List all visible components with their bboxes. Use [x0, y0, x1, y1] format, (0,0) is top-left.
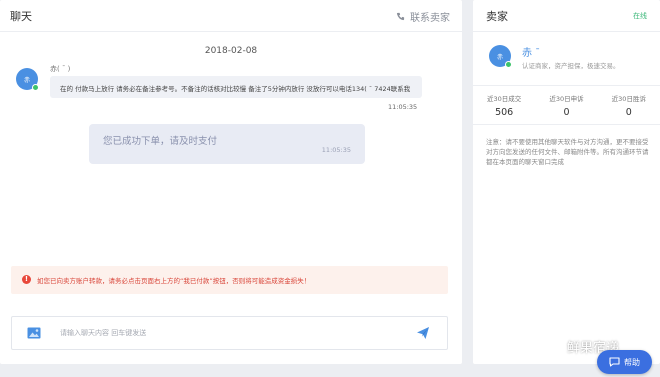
warning-text: 如您已向卖方账户转款，请务必点击页面右上方的“我已付款”按钮，否则将可能造成资金…: [37, 277, 311, 285]
seller-avatar-text: 赤: [496, 53, 503, 61]
help-label: 帮助: [624, 357, 640, 367]
stat-label: 近30日成交: [487, 95, 522, 103]
safety-notice: 注意：请不要使用其他聊天软件与对方沟通，更不要接受对方向您发送的任何文件、邮箱附…: [486, 138, 649, 166]
chat-title: 聊天: [10, 10, 32, 23]
chat-header: 聊天 联系卖家: [0, 0, 462, 32]
online-status: 在线: [633, 12, 647, 20]
payment-warning: ! 如您已向卖方账户转款，请务必点击页面右上方的“我已付款”按钮，否则将可能造成…: [11, 266, 448, 294]
seller-title: 卖家: [486, 10, 508, 23]
warning-icon: !: [22, 275, 31, 284]
chat-input-box: [11, 316, 448, 350]
send-icon[interactable]: [416, 326, 430, 340]
chat-input[interactable]: [60, 325, 400, 341]
seller-avatar[interactable]: 赤: [489, 45, 512, 68]
stat-wins: 近30日胜诉 0: [598, 86, 660, 124]
stat-label: 近30日申诉: [549, 95, 584, 103]
seller-header: 卖家 在线: [473, 0, 660, 32]
contact-seller-label: 联系卖家: [410, 13, 450, 24]
stat-value: 0: [563, 107, 570, 118]
seller-stats: 近30日成交 506 近30日申诉 0 近30日胜诉 0: [473, 85, 660, 125]
system-message: 您已成功下单，请及时支付 11:05:35: [89, 124, 365, 164]
message-bubble: 在的 付款马上放行 请务必在备注参考号。不备注的话核对比较慢 备注了5分钟内放行…: [50, 76, 422, 98]
sender-name: 赤( ˉ ): [50, 65, 71, 73]
message-time: 11:05:35: [388, 103, 418, 111]
phone-icon: [396, 12, 405, 21]
seller-panel: 卖家 在线 赤 赤 ˉ 认证商家，资产担保，极速交易。 近30日成交 506 近…: [473, 0, 660, 364]
wechat-icon: [547, 339, 563, 353]
system-message-time: 11:05:35: [321, 146, 351, 154]
contact-seller-button[interactable]: 联系卖家: [396, 9, 450, 24]
image-upload-icon[interactable]: [27, 327, 41, 339]
stat-label: 近30日胜诉: [611, 95, 646, 103]
sender-avatar[interactable]: 赤: [16, 68, 39, 91]
date-stamp: 2018-02-08: [204, 46, 258, 56]
stat-deals: 近30日成交 506: [473, 86, 535, 124]
online-dot-icon: [505, 61, 512, 68]
sender-avatar-text: 赤: [23, 76, 30, 84]
system-message-text: 您已成功下单，请及时支付: [103, 136, 218, 147]
seller-name[interactable]: 赤 ˉ: [522, 44, 540, 59]
chat-panel: 聊天 联系卖家 2018-02-08 赤 赤( ˉ ) 在的 付款马上放行 请务…: [0, 0, 462, 364]
stat-value: 0: [625, 107, 632, 118]
stat-appeals: 近30日申诉 0: [535, 86, 597, 124]
chat-bubble-icon: [609, 357, 620, 367]
seller-certification: 认证商家，资产担保，极速交易。: [522, 62, 620, 70]
help-button[interactable]: 帮助: [597, 350, 652, 374]
online-dot-icon: [32, 84, 39, 91]
stat-value: 506: [495, 107, 514, 118]
